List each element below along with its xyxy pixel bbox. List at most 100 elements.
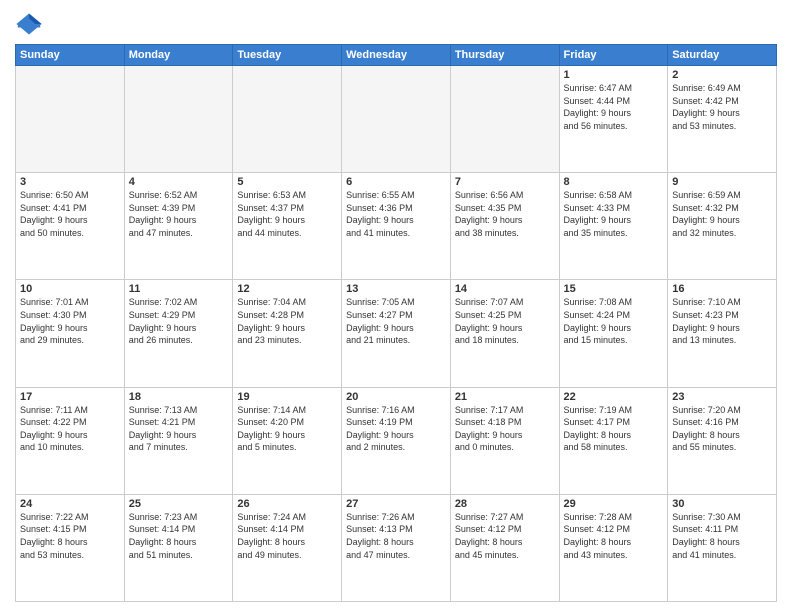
- calendar-cell: [450, 66, 559, 173]
- day-info: Sunrise: 7:04 AM Sunset: 4:28 PM Dayligh…: [237, 296, 337, 346]
- calendar-cell: 5Sunrise: 6:53 AM Sunset: 4:37 PM Daylig…: [233, 173, 342, 280]
- calendar-cell: 28Sunrise: 7:27 AM Sunset: 4:12 PM Dayli…: [450, 494, 559, 601]
- day-info: Sunrise: 7:07 AM Sunset: 4:25 PM Dayligh…: [455, 296, 555, 346]
- day-info: Sunrise: 6:50 AM Sunset: 4:41 PM Dayligh…: [20, 189, 120, 239]
- calendar-cell: 16Sunrise: 7:10 AM Sunset: 4:23 PM Dayli…: [668, 280, 777, 387]
- calendar-cell: 24Sunrise: 7:22 AM Sunset: 4:15 PM Dayli…: [16, 494, 125, 601]
- day-info: Sunrise: 6:59 AM Sunset: 4:32 PM Dayligh…: [672, 189, 772, 239]
- calendar-cell: 22Sunrise: 7:19 AM Sunset: 4:17 PM Dayli…: [559, 387, 668, 494]
- day-info: Sunrise: 6:52 AM Sunset: 4:39 PM Dayligh…: [129, 189, 229, 239]
- day-info: Sunrise: 7:08 AM Sunset: 4:24 PM Dayligh…: [564, 296, 664, 346]
- header: [15, 10, 777, 38]
- calendar-cell: 25Sunrise: 7:23 AM Sunset: 4:14 PM Dayli…: [124, 494, 233, 601]
- calendar-cell: 6Sunrise: 6:55 AM Sunset: 4:36 PM Daylig…: [342, 173, 451, 280]
- day-number: 13: [346, 283, 446, 295]
- calendar-cell: 17Sunrise: 7:11 AM Sunset: 4:22 PM Dayli…: [16, 387, 125, 494]
- calendar-cell: 30Sunrise: 7:30 AM Sunset: 4:11 PM Dayli…: [668, 494, 777, 601]
- calendar-cell: 1Sunrise: 6:47 AM Sunset: 4:44 PM Daylig…: [559, 66, 668, 173]
- weekday-header: Saturday: [668, 45, 777, 66]
- day-number: 4: [129, 176, 229, 188]
- day-number: 8: [564, 176, 664, 188]
- day-number: 17: [20, 391, 120, 403]
- day-info: Sunrise: 7:05 AM Sunset: 4:27 PM Dayligh…: [346, 296, 446, 346]
- day-number: 6: [346, 176, 446, 188]
- calendar-cell: 15Sunrise: 7:08 AM Sunset: 4:24 PM Dayli…: [559, 280, 668, 387]
- weekday-header: Sunday: [16, 45, 125, 66]
- day-number: 3: [20, 176, 120, 188]
- calendar-cell: 8Sunrise: 6:58 AM Sunset: 4:33 PM Daylig…: [559, 173, 668, 280]
- logo-icon: [15, 10, 43, 38]
- day-number: 29: [564, 498, 664, 510]
- day-info: Sunrise: 7:27 AM Sunset: 4:12 PM Dayligh…: [455, 511, 555, 561]
- day-number: 1: [564, 69, 664, 81]
- weekday-header: Wednesday: [342, 45, 451, 66]
- weekday-header: Thursday: [450, 45, 559, 66]
- day-number: 30: [672, 498, 772, 510]
- day-info: Sunrise: 7:11 AM Sunset: 4:22 PM Dayligh…: [20, 404, 120, 454]
- day-number: 16: [672, 283, 772, 295]
- calendar-cell: 10Sunrise: 7:01 AM Sunset: 4:30 PM Dayli…: [16, 280, 125, 387]
- calendar-header-row: SundayMondayTuesdayWednesdayThursdayFrid…: [16, 45, 777, 66]
- day-info: Sunrise: 6:55 AM Sunset: 4:36 PM Dayligh…: [346, 189, 446, 239]
- day-number: 24: [20, 498, 120, 510]
- day-number: 28: [455, 498, 555, 510]
- day-info: Sunrise: 6:56 AM Sunset: 4:35 PM Dayligh…: [455, 189, 555, 239]
- logo: [15, 10, 47, 38]
- day-info: Sunrise: 7:22 AM Sunset: 4:15 PM Dayligh…: [20, 511, 120, 561]
- day-info: Sunrise: 7:01 AM Sunset: 4:30 PM Dayligh…: [20, 296, 120, 346]
- calendar-cell: 9Sunrise: 6:59 AM Sunset: 4:32 PM Daylig…: [668, 173, 777, 280]
- day-number: 25: [129, 498, 229, 510]
- calendar-week-row: 1Sunrise: 6:47 AM Sunset: 4:44 PM Daylig…: [16, 66, 777, 173]
- day-info: Sunrise: 7:19 AM Sunset: 4:17 PM Dayligh…: [564, 404, 664, 454]
- day-info: Sunrise: 7:14 AM Sunset: 4:20 PM Dayligh…: [237, 404, 337, 454]
- calendar-cell: 3Sunrise: 6:50 AM Sunset: 4:41 PM Daylig…: [16, 173, 125, 280]
- day-info: Sunrise: 6:49 AM Sunset: 4:42 PM Dayligh…: [672, 82, 772, 132]
- calendar-cell: 2Sunrise: 6:49 AM Sunset: 4:42 PM Daylig…: [668, 66, 777, 173]
- calendar-cell: 20Sunrise: 7:16 AM Sunset: 4:19 PM Dayli…: [342, 387, 451, 494]
- day-info: Sunrise: 7:24 AM Sunset: 4:14 PM Dayligh…: [237, 511, 337, 561]
- day-number: 22: [564, 391, 664, 403]
- day-number: 7: [455, 176, 555, 188]
- day-number: 19: [237, 391, 337, 403]
- day-info: Sunrise: 7:13 AM Sunset: 4:21 PM Dayligh…: [129, 404, 229, 454]
- day-number: 15: [564, 283, 664, 295]
- calendar-week-row: 3Sunrise: 6:50 AM Sunset: 4:41 PM Daylig…: [16, 173, 777, 280]
- day-number: 20: [346, 391, 446, 403]
- day-number: 18: [129, 391, 229, 403]
- calendar-week-row: 24Sunrise: 7:22 AM Sunset: 4:15 PM Dayli…: [16, 494, 777, 601]
- day-info: Sunrise: 7:30 AM Sunset: 4:11 PM Dayligh…: [672, 511, 772, 561]
- calendar-cell: 11Sunrise: 7:02 AM Sunset: 4:29 PM Dayli…: [124, 280, 233, 387]
- calendar-cell: 29Sunrise: 7:28 AM Sunset: 4:12 PM Dayli…: [559, 494, 668, 601]
- calendar-cell: 27Sunrise: 7:26 AM Sunset: 4:13 PM Dayli…: [342, 494, 451, 601]
- calendar-cell: 19Sunrise: 7:14 AM Sunset: 4:20 PM Dayli…: [233, 387, 342, 494]
- day-info: Sunrise: 7:16 AM Sunset: 4:19 PM Dayligh…: [346, 404, 446, 454]
- calendar-cell: 4Sunrise: 6:52 AM Sunset: 4:39 PM Daylig…: [124, 173, 233, 280]
- weekday-header: Friday: [559, 45, 668, 66]
- calendar-cell: 21Sunrise: 7:17 AM Sunset: 4:18 PM Dayli…: [450, 387, 559, 494]
- calendar-cell: 12Sunrise: 7:04 AM Sunset: 4:28 PM Dayli…: [233, 280, 342, 387]
- day-number: 14: [455, 283, 555, 295]
- weekday-header: Monday: [124, 45, 233, 66]
- day-number: 21: [455, 391, 555, 403]
- day-info: Sunrise: 7:26 AM Sunset: 4:13 PM Dayligh…: [346, 511, 446, 561]
- day-info: Sunrise: 7:02 AM Sunset: 4:29 PM Dayligh…: [129, 296, 229, 346]
- day-number: 26: [237, 498, 337, 510]
- day-number: 10: [20, 283, 120, 295]
- calendar-cell: 18Sunrise: 7:13 AM Sunset: 4:21 PM Dayli…: [124, 387, 233, 494]
- day-number: 27: [346, 498, 446, 510]
- day-number: 12: [237, 283, 337, 295]
- day-info: Sunrise: 7:17 AM Sunset: 4:18 PM Dayligh…: [455, 404, 555, 454]
- calendar-cell: 23Sunrise: 7:20 AM Sunset: 4:16 PM Dayli…: [668, 387, 777, 494]
- day-info: Sunrise: 7:23 AM Sunset: 4:14 PM Dayligh…: [129, 511, 229, 561]
- calendar-table: SundayMondayTuesdayWednesdayThursdayFrid…: [15, 44, 777, 602]
- day-info: Sunrise: 6:53 AM Sunset: 4:37 PM Dayligh…: [237, 189, 337, 239]
- day-number: 11: [129, 283, 229, 295]
- calendar-week-row: 10Sunrise: 7:01 AM Sunset: 4:30 PM Dayli…: [16, 280, 777, 387]
- day-number: 23: [672, 391, 772, 403]
- calendar-cell: 14Sunrise: 7:07 AM Sunset: 4:25 PM Dayli…: [450, 280, 559, 387]
- page: SundayMondayTuesdayWednesdayThursdayFrid…: [0, 0, 792, 612]
- day-info: Sunrise: 7:20 AM Sunset: 4:16 PM Dayligh…: [672, 404, 772, 454]
- calendar-cell: 13Sunrise: 7:05 AM Sunset: 4:27 PM Dayli…: [342, 280, 451, 387]
- day-info: Sunrise: 6:58 AM Sunset: 4:33 PM Dayligh…: [564, 189, 664, 239]
- day-info: Sunrise: 6:47 AM Sunset: 4:44 PM Dayligh…: [564, 82, 664, 132]
